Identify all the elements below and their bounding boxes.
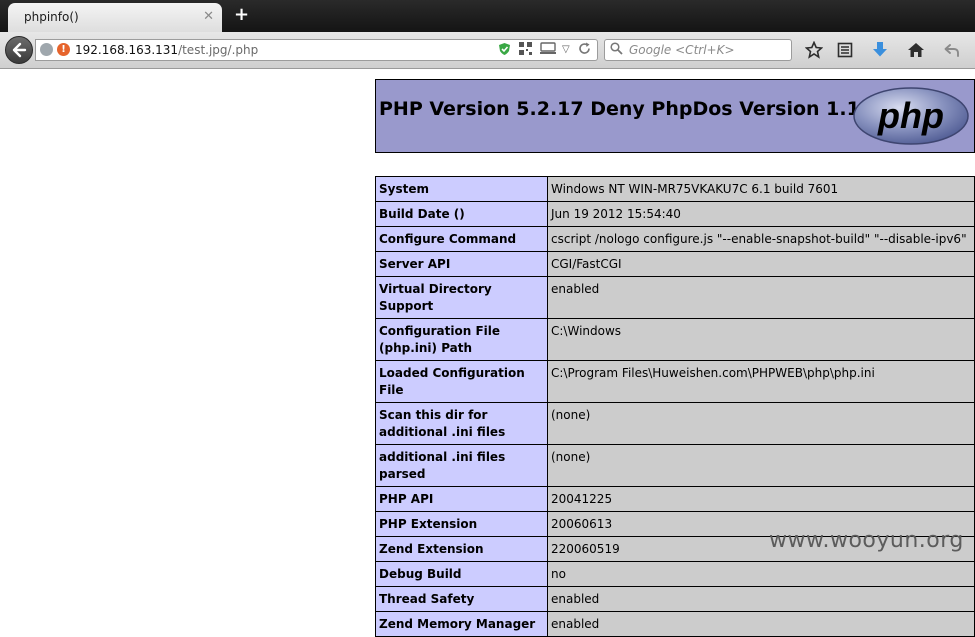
compatibility-icon[interactable] bbox=[540, 42, 556, 59]
shield-icon[interactable] bbox=[498, 42, 511, 60]
row-value: (none) bbox=[547, 444, 975, 487]
table-row: Configuration File (php.ini) Path C:\Wind… bbox=[375, 318, 975, 361]
search-input[interactable]: Google <Ctrl+K> bbox=[629, 43, 735, 57]
url-bar[interactable]: ! 192.168.163.131/test.jpg/.php ▽ bbox=[35, 39, 598, 61]
page-content: PHP Version 5.2.17 Deny PhpDos Version 1… bbox=[0, 69, 975, 637]
row-value: (none) bbox=[547, 402, 975, 445]
row-key: Server API bbox=[375, 251, 548, 277]
table-row: System Windows NT WIN-MR75VKAKU7C 6.1 bui… bbox=[375, 176, 975, 202]
row-value: C:\Windows bbox=[547, 318, 975, 361]
row-key: Scan this dir for additional .ini files bbox=[375, 402, 548, 445]
row-key: Configuration File (php.ini) Path bbox=[375, 318, 548, 361]
row-value: enabled bbox=[547, 586, 975, 612]
table-row: PHP API 20041225 bbox=[375, 486, 975, 512]
table-row: additional .ini files parsed (none) bbox=[375, 444, 975, 487]
row-value: Windows NT WIN-MR75VKAKU7C 6.1 build 760… bbox=[547, 176, 975, 202]
table-row: Thread Safety enabled bbox=[375, 586, 975, 612]
row-key: Zend Extension bbox=[375, 536, 548, 562]
row-value: enabled bbox=[547, 276, 975, 319]
warning-icon[interactable]: ! bbox=[57, 43, 70, 56]
search-bar[interactable]: Google <Ctrl+K> bbox=[604, 39, 792, 61]
url-host: 192.168.163.131 bbox=[75, 43, 179, 57]
row-value: 20041225 bbox=[547, 486, 975, 512]
close-tab-icon[interactable]: ✕ bbox=[203, 9, 214, 25]
row-key: Configure Command bbox=[375, 226, 548, 252]
row-key: Zend Memory Manager bbox=[375, 611, 548, 637]
row-key: System bbox=[375, 176, 548, 202]
phpinfo-table: System Windows NT WIN-MR75VKAKU7C 6.1 bui… bbox=[375, 176, 975, 637]
search-icon bbox=[610, 42, 623, 60]
navigation-bar: ! 192.168.163.131/test.jpg/.php ▽ Google… bbox=[0, 32, 975, 69]
table-row: Scan this dir for additional .ini files(… bbox=[375, 402, 975, 445]
downloads-icon[interactable] bbox=[869, 39, 891, 61]
url-text[interactable]: 192.168.163.131/test.jpg/.php bbox=[75, 43, 258, 57]
row-value: CGI/FastCGI bbox=[547, 251, 975, 277]
row-value: C:\Program Files\Huweishen.com\PHPWEB\ph… bbox=[547, 360, 975, 403]
row-value: cscript /nologo configure.js "--enable-s… bbox=[547, 226, 975, 252]
row-key: Build Date () bbox=[375, 201, 548, 227]
url-path: /test.jpg/.php bbox=[178, 43, 259, 57]
row-key: Debug Build bbox=[375, 561, 548, 587]
watermark: www.wooyun.org bbox=[769, 528, 964, 553]
undo-icon[interactable] bbox=[941, 39, 963, 61]
back-arrow-icon[interactable] bbox=[5, 36, 33, 64]
dropdown-icon[interactable]: ▽ bbox=[562, 42, 570, 58]
row-key: Thread Safety bbox=[375, 586, 548, 612]
php-logo-icon: php bbox=[853, 87, 969, 145]
home-icon[interactable] bbox=[905, 39, 927, 61]
new-tab-icon[interactable]: + bbox=[234, 6, 249, 24]
table-row: Server API CGI/FastCGI bbox=[375, 251, 975, 277]
table-row: Configure Command cscript /nologo configu… bbox=[375, 226, 975, 252]
tab-bar: phpinfo() ✕ + bbox=[0, 0, 975, 32]
table-row: Debug Build no bbox=[375, 561, 975, 587]
reload-icon[interactable] bbox=[578, 42, 591, 59]
table-row: Loaded Configuration File C:\Program File… bbox=[375, 360, 975, 403]
table-row: Virtual Directory Support enabled bbox=[375, 276, 975, 319]
row-key: Virtual Directory Support bbox=[375, 276, 548, 319]
table-row: Zend Memory Manager enabled bbox=[375, 611, 975, 637]
table-row: Build Date () Jun 19 2012 15:54:40 bbox=[375, 201, 975, 227]
row-value: no bbox=[547, 561, 975, 587]
globe-icon bbox=[40, 43, 53, 56]
phpinfo-header: PHP Version 5.2.17 Deny PhpDos Version 1… bbox=[375, 79, 975, 153]
tab-phpinfo[interactable]: phpinfo() ✕ bbox=[8, 3, 222, 32]
row-value: Jun 19 2012 15:54:40 bbox=[547, 201, 975, 227]
row-key: PHP API bbox=[375, 486, 548, 512]
tab-title: phpinfo() bbox=[24, 10, 79, 24]
row-value: enabled bbox=[547, 611, 975, 637]
bookmark-star-icon[interactable] bbox=[803, 39, 825, 61]
php-logo-text: php bbox=[877, 95, 944, 136]
bookmarks-list-icon[interactable] bbox=[834, 39, 856, 61]
qr-code-icon[interactable] bbox=[519, 42, 532, 59]
page-title: PHP Version 5.2.17 Deny PhpDos Version 1… bbox=[379, 98, 860, 120]
row-key: PHP Extension bbox=[375, 511, 548, 537]
row-key: additional .ini files parsed bbox=[375, 444, 548, 487]
row-key: Loaded Configuration File bbox=[375, 360, 548, 403]
